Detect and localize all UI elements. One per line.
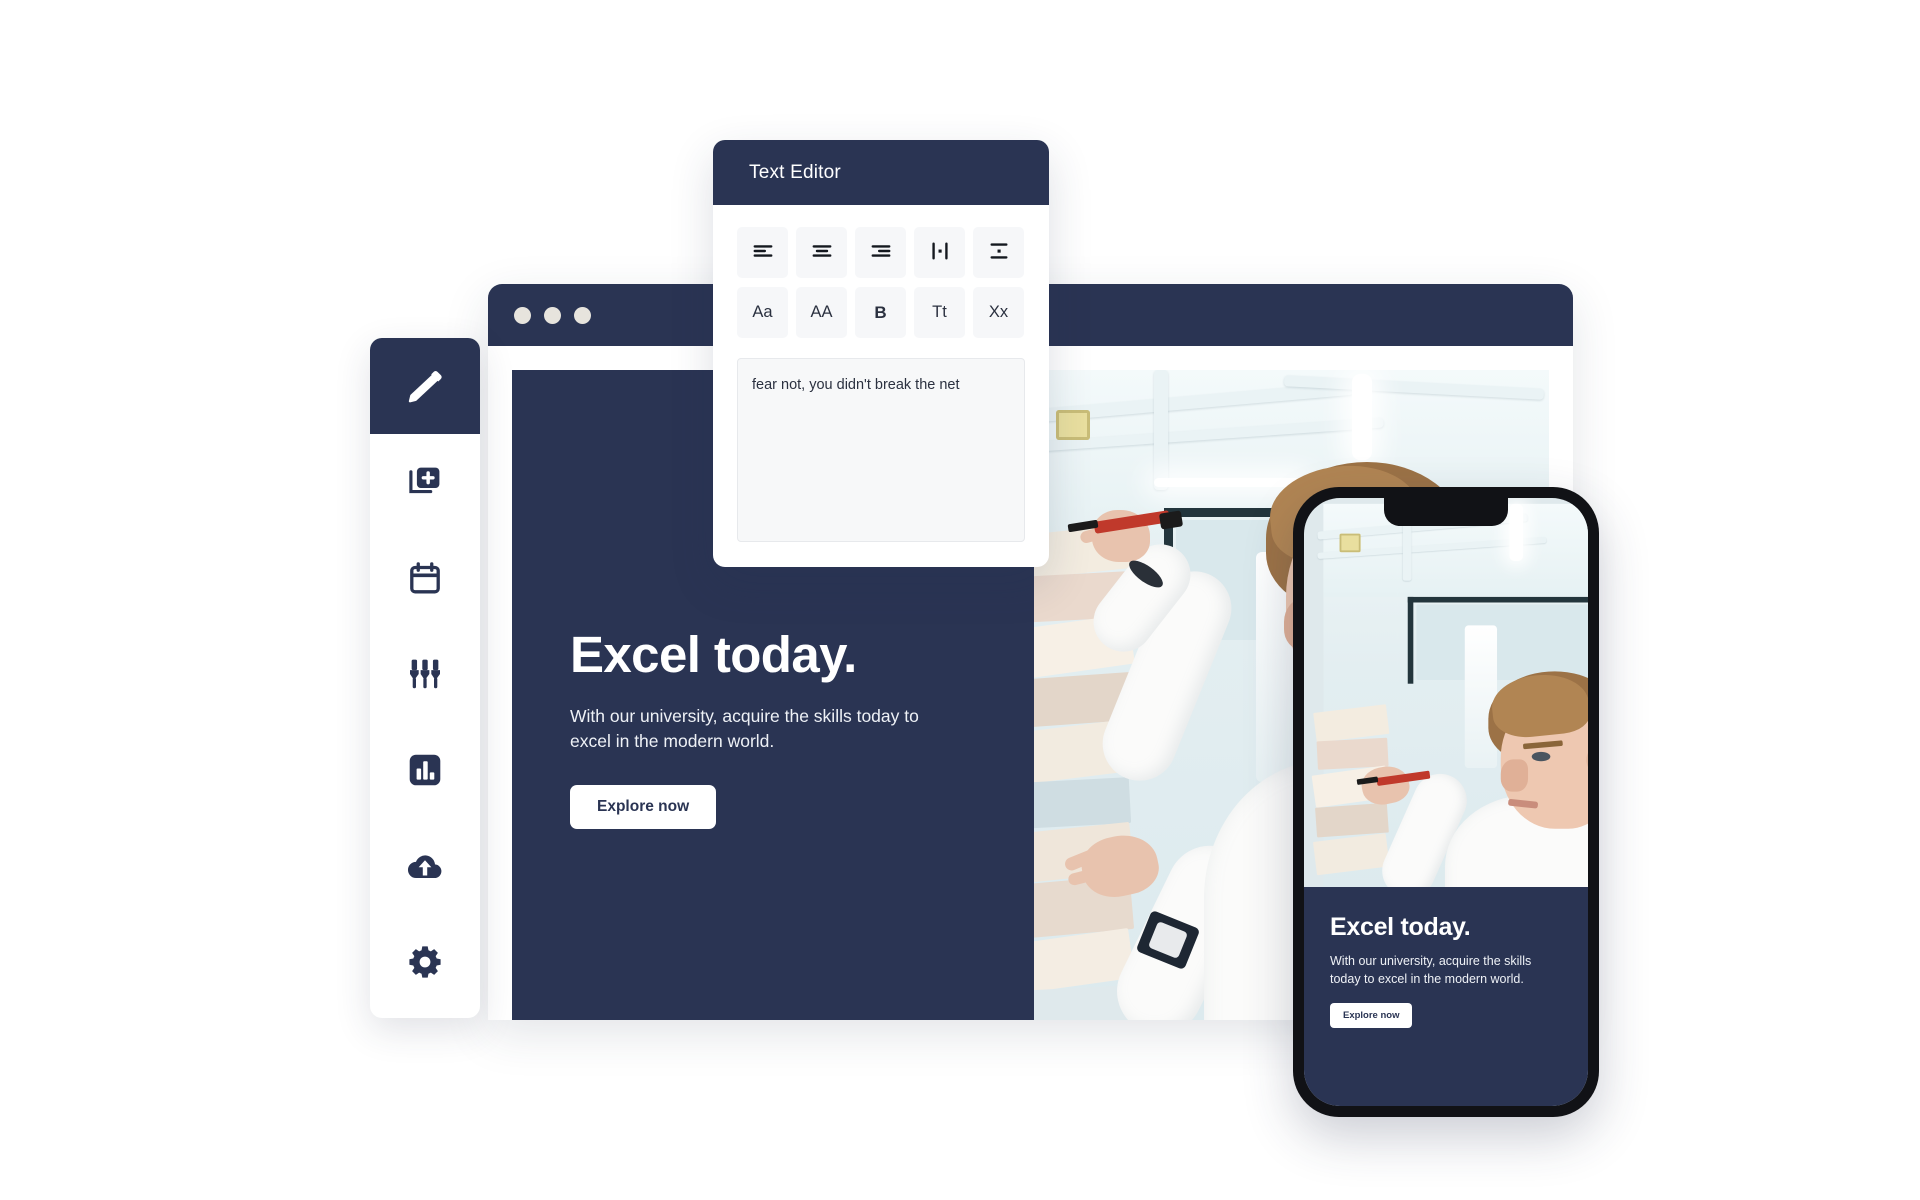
hero-subtitle: With our university, acquire the skills … (570, 705, 919, 752)
text-style-button[interactable]: Tt (914, 287, 965, 338)
clear-formatting-button[interactable]: Xx (973, 287, 1024, 338)
photo-lamp (1352, 374, 1372, 460)
sidebar-item-adjustments[interactable] (370, 626, 480, 722)
screenshot-stage: Excel today. With our university, acquir… (0, 0, 1920, 1200)
align-right-button[interactable] (855, 227, 906, 278)
align-middle-icon (988, 240, 1010, 265)
window-minimize-dot[interactable] (544, 306, 561, 324)
photo-sticky-note (1316, 737, 1389, 770)
calendar-icon (407, 560, 443, 596)
photo-sticky-note (1313, 704, 1390, 743)
sidebar-item-calendar[interactable] (370, 530, 480, 626)
photo-wall-panel (1056, 410, 1090, 440)
align-center-vertical-icon (929, 240, 951, 265)
photo-column (1464, 625, 1498, 769)
align-left-icon (752, 240, 774, 265)
photo-sticky-note (1312, 833, 1390, 876)
window-close-dot[interactable] (514, 306, 531, 324)
alignment-toolbar (737, 227, 1025, 278)
hero-explore-now-button[interactable]: Explore now (570, 785, 717, 830)
photo-pipe (1154, 370, 1168, 490)
format-toolbar: Aa AA B Tt Xx (737, 287, 1025, 338)
pencil-icon (405, 366, 445, 406)
sidebar-item-edit[interactable] (370, 338, 480, 434)
phone-screen: Excel today. With our university, acquir… (1304, 498, 1588, 1106)
sidebar-item-analytics[interactable] (370, 722, 480, 818)
photo-lamp (1509, 503, 1524, 561)
cloud-upload-icon (406, 847, 444, 885)
text-editor-panel: Text Editor Aa AA B Tt Xx fear not, you … (713, 140, 1049, 567)
font-size-large-button[interactable]: AA (796, 287, 847, 338)
photo-lamp (1154, 478, 1304, 487)
text-editor-title: Text Editor (749, 161, 841, 183)
photo-window-frame (1407, 596, 1588, 603)
add-layer-icon (407, 464, 443, 500)
phone-hero-copy: Excel today. With our university, acquir… (1304, 887, 1588, 1106)
phone-explore-now-button[interactable]: Explore now (1330, 1002, 1413, 1028)
text-editor-body: Aa AA B Tt Xx (713, 205, 1049, 547)
align-center-icon (811, 240, 833, 265)
font-size-small-button[interactable]: Aa (737, 287, 788, 338)
hero-title: Excel today. (570, 626, 857, 683)
bold-button[interactable]: B (855, 287, 906, 338)
align-middle-button[interactable] (973, 227, 1024, 278)
photo-wall-panel (1339, 533, 1361, 553)
sidebar-item-upload[interactable] (370, 818, 480, 914)
gear-icon (407, 944, 443, 980)
photo-sticky-note (1034, 777, 1132, 829)
photo-glass (1416, 604, 1588, 680)
phone-photo-scene (1311, 503, 1588, 888)
text-editor-textarea[interactable] (737, 358, 1025, 542)
phone-hero-title: Excel today. (1330, 913, 1471, 942)
tool-sidebar (370, 338, 480, 1018)
bar-chart-icon (407, 752, 443, 788)
photo-sticky-note (1315, 802, 1389, 838)
align-left-button[interactable] (737, 227, 788, 278)
phone-mockup: Excel today. With our university, acquir… (1293, 487, 1599, 1117)
sidebar-item-add-page[interactable] (370, 434, 480, 530)
photo-marker-cap (1158, 510, 1184, 530)
phone-hero-subtitle: With our university, acquire the skills … (1330, 954, 1532, 986)
sliders-icon (407, 656, 443, 692)
phone-notch (1384, 498, 1508, 526)
photo-nose (1500, 759, 1529, 792)
text-editor-header: Text Editor (713, 140, 1049, 205)
align-right-icon (870, 240, 892, 265)
align-center-vertical-button[interactable] (914, 227, 965, 278)
align-center-button[interactable] (796, 227, 847, 278)
sidebar-item-settings[interactable] (370, 914, 480, 1010)
phone-hero-photo (1304, 498, 1588, 888)
photo-eye (1531, 751, 1551, 762)
photo-window-frame (1407, 596, 1414, 684)
window-maximize-dot[interactable] (574, 306, 591, 324)
